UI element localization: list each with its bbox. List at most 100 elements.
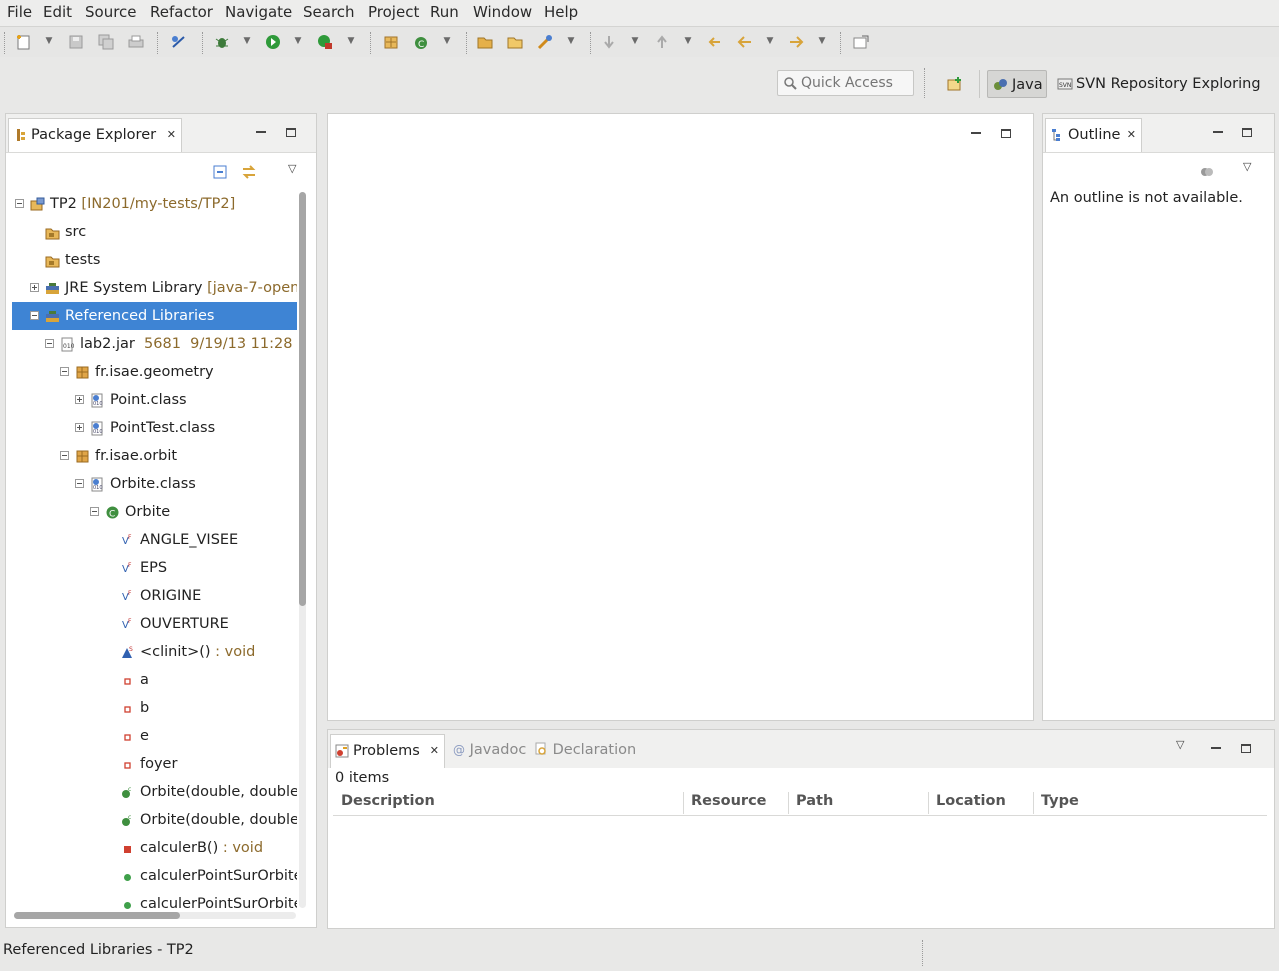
menu-source[interactable]: Source xyxy=(84,3,138,21)
menu-edit[interactable]: Edit xyxy=(42,3,73,21)
perspective-svn-button[interactable]: SVN SVN Repository Exploring xyxy=(1055,70,1270,98)
chevron-down-icon[interactable]: ▼ xyxy=(765,36,775,46)
focus-on-active-task-icon[interactable] xyxy=(1200,166,1214,178)
link-with-editor-icon[interactable] xyxy=(240,164,258,180)
tree-row[interactable]: S <clinit>() : void xyxy=(12,638,297,666)
perspective-java-button[interactable]: Java xyxy=(987,70,1047,98)
new-java-project-icon[interactable] xyxy=(382,34,400,50)
minimize-icon[interactable] xyxy=(256,131,266,133)
tree-row[interactable]: fr.isae.orbit xyxy=(12,442,297,470)
tree-row[interactable]: calculerPointSurOrbite xyxy=(12,890,297,912)
tree-row[interactable]: c Orbite(double, double xyxy=(12,806,297,834)
view-menu-icon[interactable]: ▽ xyxy=(1176,738,1184,751)
maximize-icon[interactable] xyxy=(286,128,296,137)
tab-package-explorer[interactable]: Package Explorer ✕ xyxy=(8,118,182,152)
tree-row[interactable]: b xyxy=(12,694,297,722)
chevron-down-icon[interactable]: ▼ xyxy=(442,36,452,46)
chevron-down-icon[interactable]: ▼ xyxy=(630,36,640,46)
column-location[interactable]: Location xyxy=(936,793,1006,813)
save-icon[interactable] xyxy=(67,34,85,50)
tree-row[interactable]: TP2 [IN201/my-tests/TP2] xyxy=(12,190,297,218)
tree-row[interactable]: C Orbite xyxy=(12,498,297,526)
tree-row[interactable]: Referenced Libraries xyxy=(12,302,297,330)
tree-row[interactable]: calculerPointSurOrbite xyxy=(12,862,297,890)
tab-problems[interactable]: Problems ✕ xyxy=(330,734,445,768)
open-folder-icon[interactable] xyxy=(506,34,524,50)
chevron-down-icon[interactable]: ▼ xyxy=(242,36,252,46)
chevron-down-icon[interactable]: ▼ xyxy=(293,36,303,46)
chevron-down-icon[interactable]: ▼ xyxy=(683,36,693,46)
run-icon[interactable] xyxy=(264,34,282,50)
column-resource[interactable]: Resource xyxy=(691,793,767,813)
menu-navigate[interactable]: Navigate xyxy=(224,3,293,21)
new-java-class-icon[interactable]: C xyxy=(412,34,430,50)
open-perspective-icon[interactable] xyxy=(946,76,964,92)
menu-help[interactable]: Help xyxy=(543,3,579,21)
tree-row[interactable]: a xyxy=(12,666,297,694)
tree-row[interactable]: V F EPS xyxy=(12,554,297,582)
view-menu-icon[interactable]: ▽ xyxy=(288,162,296,175)
toggle-breakpoints-icon[interactable] xyxy=(170,34,188,50)
tree-row[interactable]: 010 PointTest.class xyxy=(12,414,297,442)
maximize-icon[interactable] xyxy=(1241,744,1251,753)
open-task-icon[interactable] xyxy=(536,34,554,50)
chevron-down-icon[interactable]: ▼ xyxy=(566,36,576,46)
expand-icon[interactable] xyxy=(75,423,84,432)
chevron-down-icon[interactable]: ▼ xyxy=(346,36,356,46)
maximize-icon[interactable] xyxy=(1001,129,1011,138)
tree-row[interactable]: foyer xyxy=(12,750,297,778)
collapse-icon[interactable] xyxy=(60,451,69,460)
tab-declaration[interactable]: Declaration xyxy=(534,742,636,758)
run-external-icon[interactable] xyxy=(316,34,334,50)
horizontal-scrollbar-thumb[interactable] xyxy=(14,912,180,919)
last-edit-location-icon[interactable] xyxy=(706,34,724,50)
expand-icon[interactable] xyxy=(30,283,39,292)
tree-row[interactable]: V F ANGLE_VISEE xyxy=(12,526,297,554)
collapse-icon[interactable] xyxy=(15,199,24,208)
new-file-icon[interactable] xyxy=(15,34,33,50)
column-description[interactable]: Description xyxy=(341,793,435,813)
expand-icon[interactable] xyxy=(75,395,84,404)
quick-access-field[interactable] xyxy=(777,70,914,96)
menu-window[interactable]: Window xyxy=(472,3,533,21)
menu-search[interactable]: Search xyxy=(302,3,356,21)
tree-row[interactable]: c Orbite(double, double xyxy=(12,778,297,806)
menu-file[interactable]: File xyxy=(6,3,33,21)
tree-row[interactable]: e xyxy=(12,722,297,750)
tree-row[interactable]: 010 Orbite.class xyxy=(12,470,297,498)
collapse-all-icon[interactable] xyxy=(212,164,228,180)
tree-row[interactable]: tests xyxy=(12,246,297,274)
minimize-icon[interactable] xyxy=(1213,131,1223,133)
tree-row[interactable]: fr.isae.geometry xyxy=(12,358,297,386)
minimize-icon[interactable] xyxy=(971,132,981,134)
column-type[interactable]: Type xyxy=(1041,793,1079,813)
close-icon[interactable]: ✕ xyxy=(167,119,176,151)
quick-access-input[interactable] xyxy=(801,74,911,92)
open-type-icon[interactable] xyxy=(476,34,494,50)
collapse-icon[interactable] xyxy=(45,339,54,348)
close-icon[interactable]: ✕ xyxy=(1127,119,1136,151)
menu-project[interactable]: Project xyxy=(367,3,420,21)
column-path[interactable]: Path xyxy=(796,793,833,813)
close-icon[interactable]: ✕ xyxy=(430,735,439,767)
save-all-icon[interactable] xyxy=(97,34,115,50)
chevron-down-icon[interactable]: ▼ xyxy=(44,36,54,46)
tree-row[interactable]: 010 Point.class xyxy=(12,386,297,414)
tab-outline[interactable]: Outline ✕ xyxy=(1045,118,1142,152)
tree-row[interactable]: V F ORIGINE xyxy=(12,582,297,610)
tab-javadoc[interactable]: @ Javadoc xyxy=(453,742,526,758)
debug-icon[interactable] xyxy=(213,34,231,50)
maximize-icon[interactable] xyxy=(1242,128,1252,137)
pin-editor-icon[interactable] xyxy=(852,34,870,50)
previous-annotation-icon[interactable] xyxy=(653,34,671,50)
collapse-icon[interactable] xyxy=(75,479,84,488)
menu-run[interactable]: Run xyxy=(429,3,460,21)
print-icon[interactable] xyxy=(127,34,145,50)
minimize-icon[interactable] xyxy=(1211,747,1221,749)
collapse-icon[interactable] xyxy=(60,367,69,376)
chevron-down-icon[interactable]: ▼ xyxy=(817,36,827,46)
vertical-scrollbar-thumb[interactable] xyxy=(299,192,306,606)
tree-row[interactable]: calculerB() : void xyxy=(12,834,297,862)
back-icon[interactable] xyxy=(736,34,754,50)
view-menu-icon[interactable]: ▽ xyxy=(1243,160,1251,173)
